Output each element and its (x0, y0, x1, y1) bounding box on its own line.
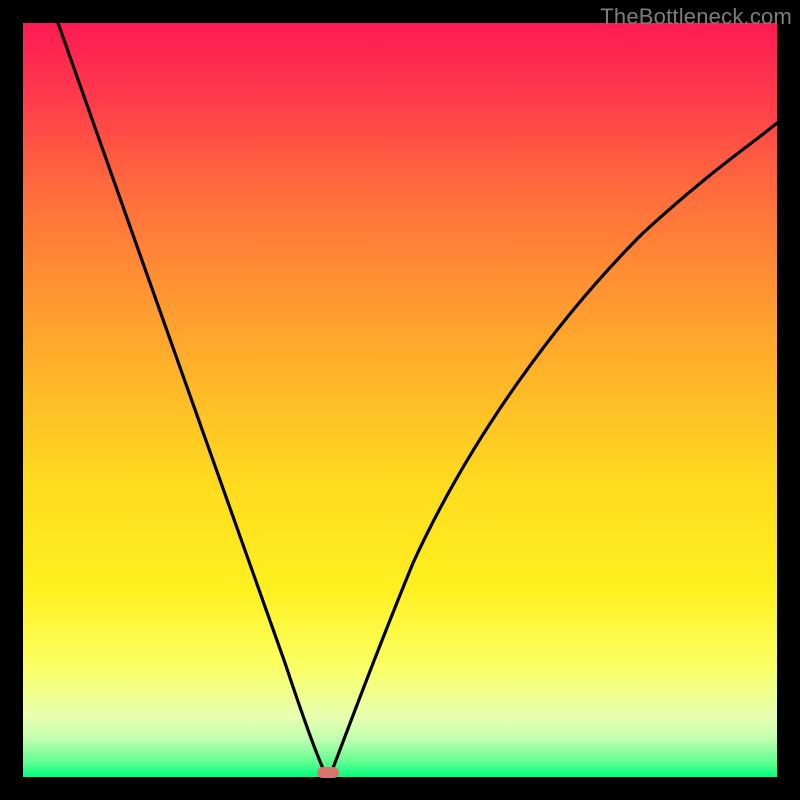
curve-path (58, 23, 777, 773)
plot-area (23, 23, 777, 777)
bottleneck-curve (23, 23, 777, 777)
watermark-text: TheBottleneck.com (600, 4, 792, 30)
chart-frame: TheBottleneck.com (0, 0, 800, 800)
minimum-marker (317, 767, 339, 778)
